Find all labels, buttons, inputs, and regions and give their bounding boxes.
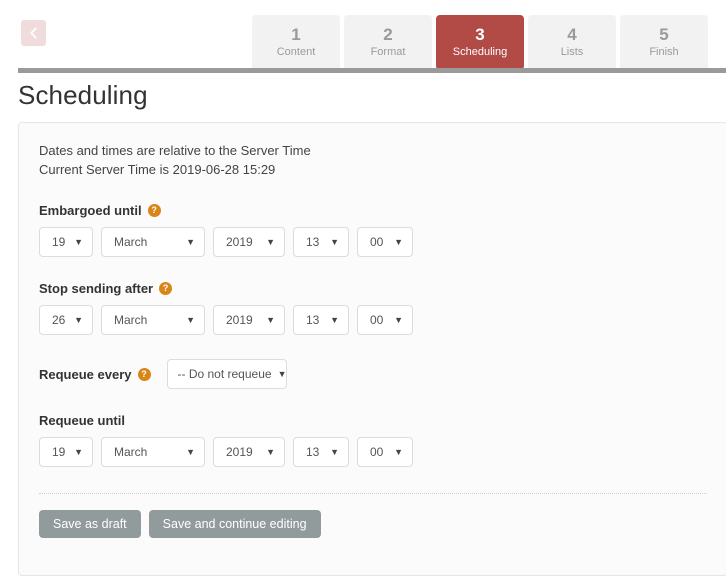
step-number: 3 — [475, 25, 485, 44]
embargoed-year-value: 2019 — [226, 235, 253, 249]
requeue-until-year-select[interactable]: 2019 ▼ — [213, 437, 285, 467]
requeue-until-hour-value: 13 — [306, 445, 320, 459]
server-time-note-line2: Current Server Time is 2019-06-28 15:29 — [39, 162, 276, 177]
question-mark-icon[interactable]: ? — [159, 282, 173, 295]
stop-sending-minute-select[interactable]: 00 ▼ — [357, 305, 413, 335]
stop-sending-hour-select[interactable]: 13 ▼ — [293, 305, 349, 335]
stop-sending-month-select[interactable]: March ▼ — [101, 305, 205, 335]
requeue-until-month-select[interactable]: March ▼ — [101, 437, 205, 467]
chevron-down-icon: ▼ — [186, 446, 195, 457]
step-label: Scheduling — [452, 46, 508, 58]
requeue-every-label-row: Requeue every ? — [39, 367, 151, 382]
wizard-steps: 1 Content 2 Format 3 Scheduling 4 Lists … — [252, 15, 708, 70]
embargoed-day-value: 19 — [52, 235, 66, 249]
requeue-until-minute-value: 00 — [370, 445, 384, 459]
stop-sending-day-select[interactable]: 26 ▼ — [39, 305, 93, 335]
stop-sending-minute-value: 00 — [370, 313, 384, 327]
embargoed-until-date-row: 19 ▼ March ▼ 2019 ▼ 13 ▼ 00 ▼ — [39, 227, 707, 257]
requeue-until-label: Requeue until — [39, 413, 125, 428]
requeue-until-label-row: Requeue until — [39, 413, 707, 428]
chevron-left-icon — [21, 27, 46, 39]
save-and-continue-editing-button[interactable]: Save and continue editing — [148, 510, 321, 538]
chevron-down-icon: ▼ — [266, 314, 275, 325]
step-label: Content — [276, 46, 316, 58]
form-actions: Save as draft Save and continue editing — [39, 510, 707, 538]
embargoed-hour-select[interactable]: 13 ▼ — [293, 227, 349, 257]
wizard-step-finish[interactable]: 5 Finish — [620, 15, 708, 70]
stop-sending-year-value: 2019 — [226, 313, 253, 327]
step-number: 2 — [383, 25, 393, 44]
requeue-every-label: Requeue every — [39, 366, 132, 382]
embargoed-minute-value: 00 — [370, 235, 384, 249]
step-label: Finish — [649, 46, 679, 58]
wizard-step-format[interactable]: 2 Format — [344, 15, 432, 70]
wizard-step-scheduling[interactable]: 3 Scheduling — [436, 15, 524, 70]
embargoed-month-value: March — [114, 235, 148, 249]
step-number: 5 — [659, 25, 669, 44]
chevron-down-icon: ▼ — [186, 236, 195, 247]
step-number: 4 — [567, 25, 577, 44]
stop-sending-year-select[interactable]: 2019 ▼ — [213, 305, 285, 335]
wizard-step-lists[interactable]: 4 Lists — [528, 15, 616, 70]
requeue-until-day-value: 19 — [52, 445, 66, 459]
chevron-down-icon: ▼ — [394, 314, 403, 325]
chevron-down-icon: ▼ — [330, 314, 339, 325]
back-button[interactable] — [21, 20, 46, 46]
step-label: Lists — [560, 46, 584, 58]
chevron-down-icon: ▼ — [74, 446, 83, 457]
requeue-every-group: Requeue every ? -- Do not requeue ▼ — [39, 359, 707, 389]
step-number: 1 — [291, 25, 301, 44]
header-divider — [18, 68, 726, 73]
save-as-draft-button[interactable]: Save as draft — [39, 510, 141, 538]
embargoed-until-group: Embargoed until ? 19 ▼ March ▼ 2019 ▼ 13 — [39, 203, 707, 257]
chevron-down-icon: ▼ — [74, 314, 83, 325]
page-title: Scheduling — [18, 80, 148, 110]
embargoed-until-label-row: Embargoed until ? — [39, 203, 707, 218]
wizard-step-content[interactable]: 1 Content — [252, 15, 340, 70]
requeue-until-month-value: March — [114, 445, 148, 459]
stop-sending-after-label-row: Stop sending after ? — [39, 281, 707, 296]
scheduling-card: Dates and times are relative to the Serv… — [18, 122, 726, 576]
requeue-every-value: -- Do not requeue — [177, 367, 272, 381]
chevron-down-icon: ▼ — [330, 236, 339, 247]
embargoed-minute-select[interactable]: 00 ▼ — [357, 227, 413, 257]
question-mark-icon[interactable]: ? — [137, 367, 151, 381]
chevron-down-icon: ▼ — [74, 236, 83, 247]
stop-sending-after-date-row: 26 ▼ March ▼ 2019 ▼ 13 ▼ 00 ▼ — [39, 305, 707, 335]
server-time-note: Dates and times are relative to the Serv… — [39, 141, 707, 179]
stop-sending-month-value: March — [114, 313, 148, 327]
embargoed-until-label: Embargoed until — [39, 203, 142, 218]
chevron-down-icon: ▼ — [277, 368, 287, 379]
embargoed-month-select[interactable]: March ▼ — [101, 227, 205, 257]
stop-sending-after-label: Stop sending after — [39, 281, 154, 296]
requeue-until-year-value: 2019 — [226, 445, 253, 459]
chevron-down-icon: ▼ — [266, 236, 275, 247]
chevron-down-icon: ▼ — [266, 446, 275, 457]
chevron-down-icon: ▼ — [186, 314, 195, 325]
embargoed-year-select[interactable]: 2019 ▼ — [213, 227, 285, 257]
wizard-topbar: 1 Content 2 Format 3 Scheduling 4 Lists … — [0, 0, 726, 73]
requeue-until-group: Requeue until 19 ▼ March ▼ 2019 ▼ 13 ▼ 0… — [39, 413, 707, 467]
form-divider — [39, 493, 707, 494]
chevron-down-icon: ▼ — [394, 236, 403, 247]
stop-sending-day-value: 26 — [52, 313, 66, 327]
requeue-until-hour-select[interactable]: 13 ▼ — [293, 437, 349, 467]
step-label: Format — [370, 46, 406, 58]
question-mark-icon[interactable]: ? — [147, 204, 161, 217]
requeue-until-date-row: 19 ▼ March ▼ 2019 ▼ 13 ▼ 00 ▼ — [39, 437, 707, 467]
requeue-until-day-select[interactable]: 19 ▼ — [39, 437, 93, 467]
chevron-down-icon: ▼ — [330, 446, 339, 457]
stop-sending-hour-value: 13 — [306, 313, 320, 327]
server-time-note-line1: Dates and times are relative to the Serv… — [39, 143, 311, 158]
embargoed-day-select[interactable]: 19 ▼ — [39, 227, 93, 257]
embargoed-hour-value: 13 — [306, 235, 320, 249]
requeue-every-select[interactable]: -- Do not requeue ▼ — [166, 359, 287, 389]
requeue-until-minute-select[interactable]: 00 ▼ — [357, 437, 413, 467]
stop-sending-after-group: Stop sending after ? 26 ▼ March ▼ 2019 ▼… — [39, 281, 707, 335]
chevron-down-icon: ▼ — [394, 446, 403, 457]
